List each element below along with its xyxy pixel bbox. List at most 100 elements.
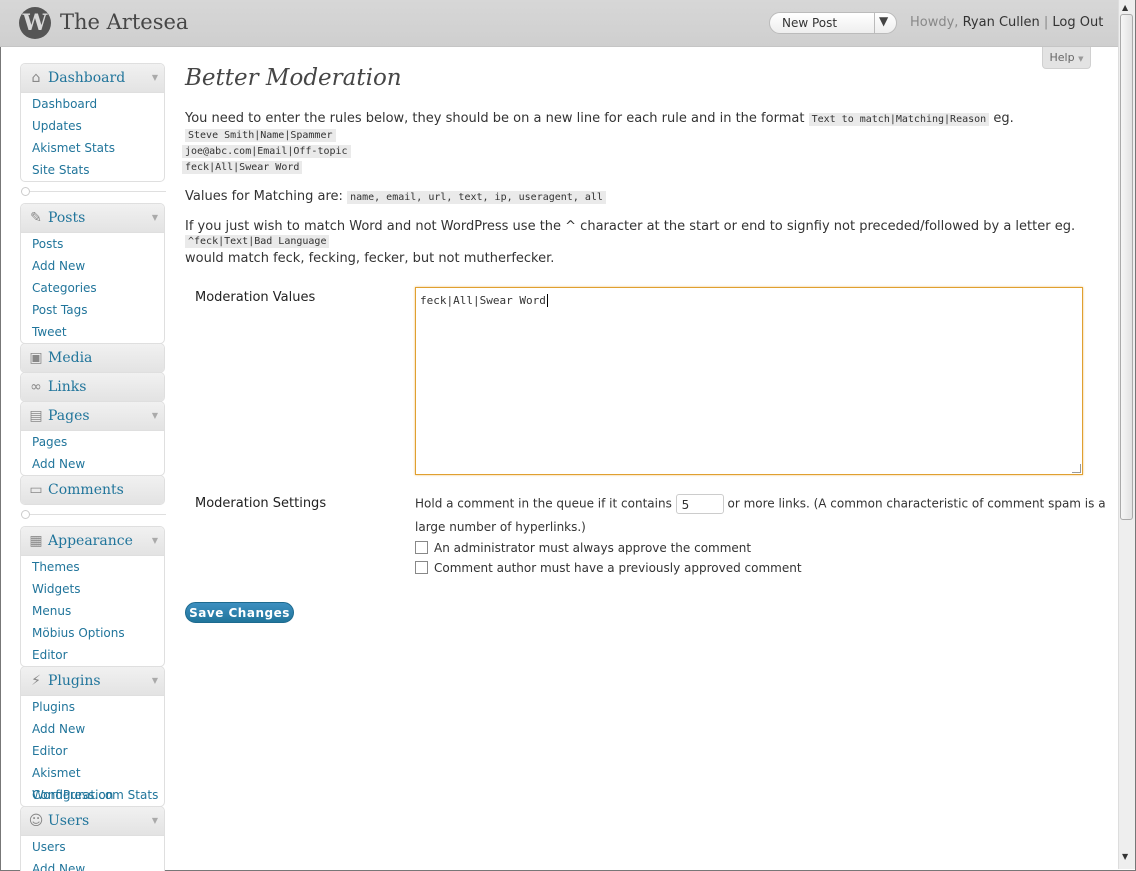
hold-prefix: Hold a comment in the queue if it contai… [415, 496, 672, 511]
menu-dashboard: ⌂ Dashboard ▼ Dashboard Updates Akismet … [20, 63, 165, 182]
menu-title[interactable]: Dashboard [48, 70, 125, 86]
intro-text: You need to enter the rules below, they … [185, 111, 805, 126]
new-post-label[interactable]: New Post [782, 16, 837, 30]
sidebar-item-mobius-options[interactable]: Möbius Options [21, 622, 164, 644]
menu-head-appearance[interactable]: ▦ Appearance ▼ [21, 527, 164, 556]
menu-title[interactable]: Links [48, 379, 86, 395]
sidebar-item-categories[interactable]: Categories [21, 277, 164, 299]
text-cursor [546, 294, 548, 307]
author-approved-checkbox[interactable] [415, 561, 428, 574]
sidebar-item-updates[interactable]: Updates [21, 115, 164, 137]
menu-appearance: ▦ Appearance ▼ Themes Widgets Menus Möbi… [20, 526, 165, 667]
logout-link[interactable]: Log Out [1052, 15, 1103, 30]
menu-title[interactable]: Posts [48, 210, 85, 226]
admin-header: W The Artesea New Post ▼ Howdy, Ryan Cul… [0, 0, 1118, 47]
menu-plugins: ⚡ Plugins ▼ Plugins Add New Editor Akism… [20, 666, 165, 807]
save-changes-button[interactable]: Save Changes [185, 602, 294, 623]
chevron-down-icon[interactable]: ▼ [152, 411, 158, 420]
menu-separator[interactable] [21, 187, 166, 196]
chevron-down-icon[interactable]: ▼ [152, 676, 158, 685]
sidebar-item-pages[interactable]: Pages [21, 431, 164, 453]
sidebar-item-tweet[interactable]: Tweet [21, 321, 164, 343]
chevron-down-icon[interactable]: ▼ [152, 536, 158, 545]
scroll-up-icon[interactable]: ▲ [1122, 3, 1128, 12]
sidebar-item-plugins[interactable]: Plugins [21, 696, 164, 718]
user-profile-link[interactable]: Ryan Cullen [963, 15, 1040, 30]
chevron-down-icon[interactable]: ▼ [152, 816, 158, 825]
author-approved-row: Comment author must have a previously ap… [415, 561, 802, 575]
menu-head-users[interactable]: ☺ Users ▼ [21, 807, 164, 836]
chevron-down-icon[interactable]: ▼ [152, 213, 158, 222]
user-greeting: Howdy, Ryan Cullen | Log Out [910, 15, 1103, 30]
menu-title[interactable]: Plugins [48, 673, 101, 689]
menu-pages: ▤ Pages ▼ Pages Add New [20, 401, 165, 476]
new-post-dropdown[interactable]: New Post ▼ [769, 12, 897, 34]
menu-title[interactable]: Media [48, 350, 92, 366]
admin-approve-label[interactable]: An administrator must always approve the… [434, 541, 751, 555]
menu-links: ∞ Links [20, 372, 165, 402]
menu-head-comments[interactable]: ▭ Comments [21, 476, 164, 504]
plug-icon: ⚡ [31, 673, 41, 689]
site-title[interactable]: The Artesea [60, 10, 188, 34]
moderation-values-textarea[interactable]: feck|All|Swear Word [415, 287, 1083, 475]
moderation-values-label: Moderation Values [195, 290, 316, 305]
sidebar-item-theme-editor[interactable]: Editor [21, 644, 164, 666]
moderation-settings-label: Moderation Settings [195, 496, 327, 511]
menu-comments: ▭ Comments [20, 475, 165, 505]
sidebar-item-wordpress-stats[interactable]: WordPress.com Stats [21, 784, 164, 806]
users-icon: ☺ [28, 813, 44, 829]
menu-head-dashboard[interactable]: ⌂ Dashboard ▼ [21, 64, 164, 93]
sidebar-item-add-new-user[interactable]: Add New [21, 858, 164, 871]
textarea-content[interactable]: feck|All|Swear Word [420, 294, 546, 307]
sidebar-item-posts[interactable]: Posts [21, 233, 164, 255]
menu-head-posts[interactable]: ✎ Posts ▼ [21, 204, 164, 233]
menu-head-pages[interactable]: ▤ Pages ▼ [21, 402, 164, 431]
sidebar-item-menus[interactable]: Menus [21, 600, 164, 622]
sidebar-item-users[interactable]: Users [21, 836, 164, 858]
sidebar-item-site-stats[interactable]: Site Stats [21, 159, 164, 181]
sidebar-item-akismet-configuration[interactable]: Akismet Configuration [21, 762, 164, 802]
sidebar-item-plugin-editor[interactable]: Editor [21, 740, 164, 762]
wordpress-logo-icon[interactable]: W [19, 7, 51, 39]
menu-title[interactable]: Comments [48, 482, 124, 498]
caret-paragraph: If you just wish to match Word and not W… [185, 219, 1076, 234]
chevron-down-icon[interactable]: ▼ [152, 73, 158, 82]
howdy-text: Howdy, [910, 15, 959, 30]
help-tab[interactable]: Help ▼ [1042, 47, 1091, 69]
scroll-down-icon[interactable]: ▼ [1122, 852, 1128, 861]
links-count-input[interactable]: 5 [675, 494, 724, 514]
chevron-down-icon[interactable]: ▼ [879, 14, 888, 28]
intro-eg: eg. [993, 111, 1014, 126]
media-icon: ▣ [29, 350, 43, 366]
menu-title[interactable]: Appearance [48, 533, 133, 549]
menu-head-plugins[interactable]: ⚡ Plugins ▼ [21, 667, 164, 696]
hold-suffix-line2: large number of hyperlinks.) [415, 520, 586, 534]
menu-title[interactable]: Users [48, 813, 89, 829]
chevron-down-icon: ▼ [1078, 55, 1084, 63]
collapse-icon[interactable] [21, 510, 30, 519]
menu-head-media[interactable]: ▣ Media [21, 344, 164, 372]
sidebar-item-post-tags[interactable]: Post Tags [21, 299, 164, 321]
sidebar-item-add-new-page[interactable]: Add New [21, 453, 164, 475]
sidebar-item-widgets[interactable]: Widgets [21, 578, 164, 600]
page-title: Better Moderation [185, 65, 402, 91]
help-label[interactable]: Help [1050, 51, 1075, 64]
sidebar-item-dashboard[interactable]: Dashboard [21, 93, 164, 115]
author-approved-label[interactable]: Comment author must have a previously ap… [434, 561, 802, 575]
menu-posts: ✎ Posts ▼ Posts Add New Categories Post … [20, 203, 165, 344]
admin-sidebar: ⌂ Dashboard ▼ Dashboard Updates Akismet … [0, 47, 175, 871]
resize-grip-icon[interactable] [1072, 464, 1081, 473]
admin-approve-checkbox[interactable] [415, 541, 428, 554]
sidebar-item-themes[interactable]: Themes [21, 556, 164, 578]
sidebar-item-add-new-plugin[interactable]: Add New [21, 718, 164, 740]
menu-head-links[interactable]: ∞ Links [21, 373, 164, 401]
collapse-icon[interactable] [21, 187, 30, 196]
menu-separator[interactable] [21, 510, 166, 519]
caret-result: would match feck, fecking, fecker, but n… [185, 251, 555, 266]
scrollbar-thumb[interactable] [1120, 14, 1133, 520]
sidebar-item-akismet-stats[interactable]: Akismet Stats [21, 137, 164, 159]
sidebar-item-add-new-post[interactable]: Add New [21, 255, 164, 277]
menu-title[interactable]: Pages [48, 408, 90, 424]
pushpin-icon: ✎ [30, 210, 42, 226]
vertical-scrollbar[interactable]: ▲ ▼ [1118, 0, 1135, 869]
